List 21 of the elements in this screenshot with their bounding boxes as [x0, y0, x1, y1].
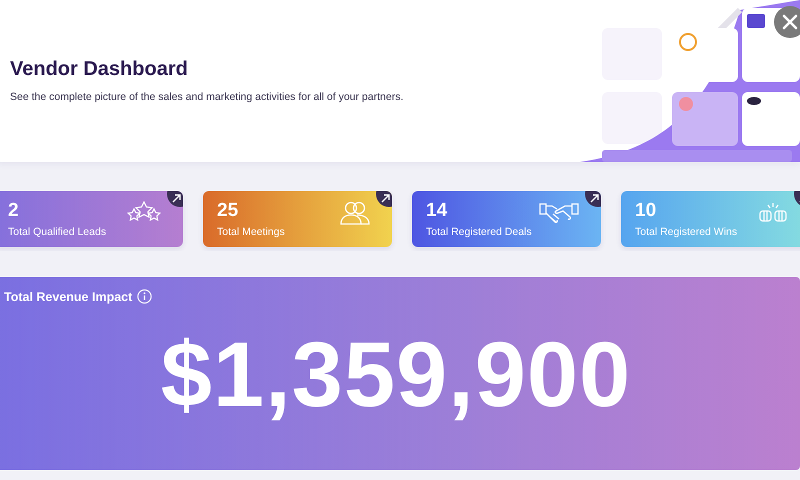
stat-label: Total Qualified Leads [8, 226, 106, 238]
info-icon [137, 289, 152, 304]
revenue-amount: $1,359,900 [160, 323, 632, 428]
stat-value: 25 [217, 200, 238, 222]
close-icon [782, 14, 798, 30]
info-button[interactable] [137, 289, 152, 304]
page-title: Vendor Dashboard [10, 58, 189, 80]
people-icon [340, 201, 370, 225]
stat-value: 10 [635, 200, 656, 222]
handshake-icon [539, 201, 579, 225]
stat-label: Total Registered Wins [635, 226, 738, 238]
arrow-icon [590, 194, 599, 203]
page-subtitle: See the complete picture of the sales and marketing activities for all of your partners. [10, 90, 404, 102]
stars-icon [127, 201, 161, 223]
arrow-icon [172, 194, 181, 203]
stat-label: Total Meetings [217, 226, 285, 238]
revenue-title: Total Revenue Impact [4, 290, 132, 304]
stat-value: 2 [8, 200, 19, 222]
stat-label: Total Registered Deals [426, 226, 532, 238]
stat-value: 14 [426, 200, 448, 222]
arrow-icon [381, 194, 390, 203]
